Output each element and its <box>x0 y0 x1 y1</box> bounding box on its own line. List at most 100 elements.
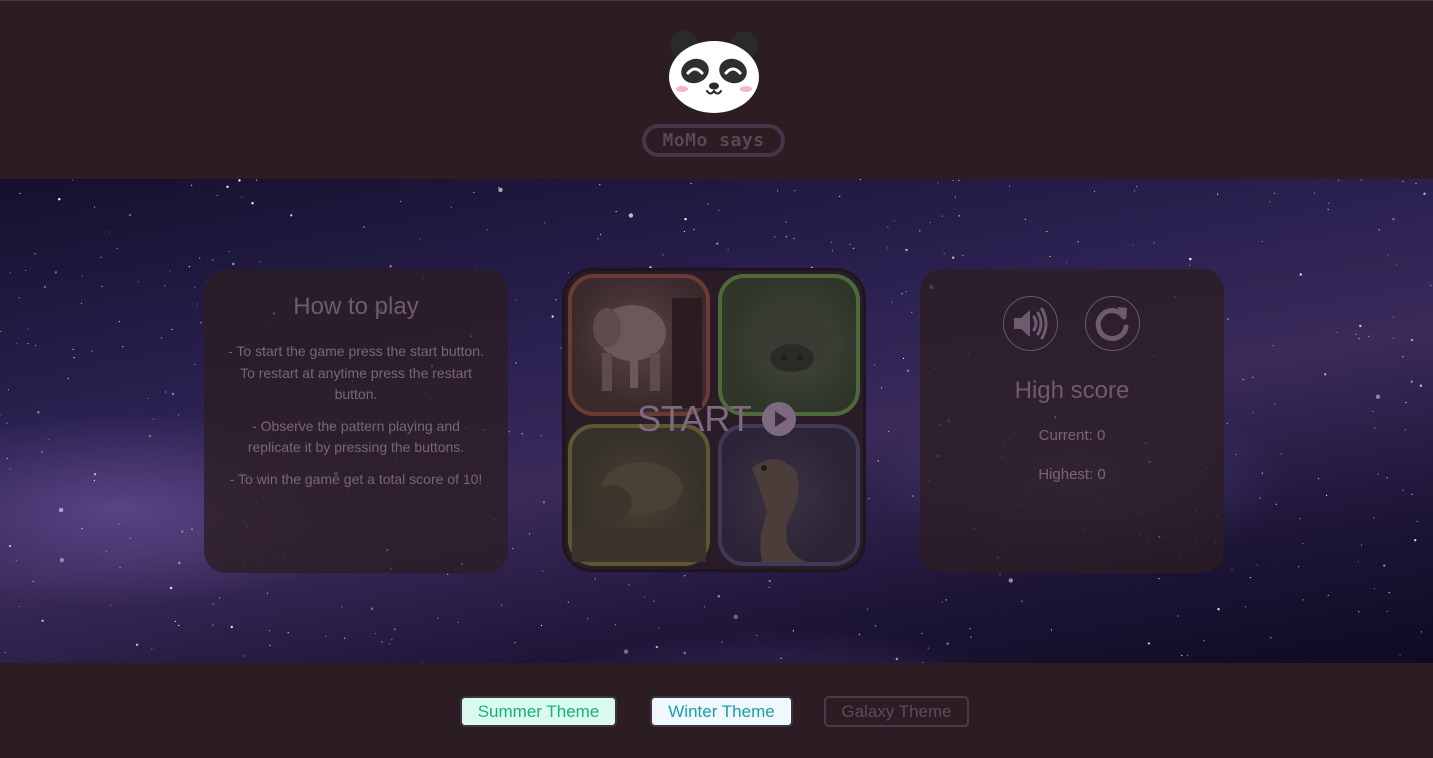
star <box>41 451 43 453</box>
play-icon[interactable] <box>761 401 797 437</box>
star <box>9 272 11 274</box>
star <box>94 206 96 208</box>
rhino-tile[interactable] <box>568 424 710 566</box>
star <box>118 321 120 323</box>
star <box>895 657 898 661</box>
star <box>597 238 599 240</box>
star <box>567 601 569 603</box>
star <box>191 528 193 530</box>
star <box>165 391 167 393</box>
star <box>19 192 21 194</box>
star <box>1153 242 1155 244</box>
star <box>389 643 391 645</box>
instruction-observe: - Observe the pattern playing and replic… <box>247 417 465 456</box>
star <box>1326 494 1328 496</box>
star <box>147 397 149 400</box>
instruction-start: - To start the game press the start butt… <box>228 343 484 402</box>
star <box>437 617 439 619</box>
star <box>655 645 659 649</box>
elephant-tile[interactable] <box>568 274 710 416</box>
star <box>830 241 832 243</box>
star <box>1009 185 1011 187</box>
star <box>6 457 8 460</box>
star <box>498 187 503 193</box>
star <box>1280 453 1282 455</box>
hippo-tile[interactable] <box>718 274 860 416</box>
star <box>599 234 602 236</box>
star <box>194 286 196 288</box>
star <box>684 217 687 221</box>
star <box>160 337 163 339</box>
star <box>196 303 198 305</box>
star <box>6 422 8 424</box>
star <box>1402 180 1404 183</box>
star <box>374 633 376 635</box>
sound-button[interactable] <box>1003 296 1058 351</box>
star <box>391 639 393 641</box>
star <box>1378 229 1380 231</box>
star <box>400 200 402 203</box>
star <box>135 643 139 646</box>
header: MoMo says <box>0 0 1433 179</box>
star <box>67 377 69 380</box>
star <box>1147 642 1151 645</box>
star <box>1046 230 1048 233</box>
star <box>1298 566 1300 568</box>
star <box>457 621 459 623</box>
star <box>658 627 660 629</box>
star <box>238 179 241 182</box>
star <box>0 414 1 416</box>
seal-tile[interactable] <box>718 424 860 566</box>
star <box>54 271 58 274</box>
star <box>243 655 245 657</box>
star <box>259 261 261 263</box>
star <box>1231 568 1233 570</box>
star <box>1336 331 1338 334</box>
star <box>1318 478 1320 480</box>
star <box>152 418 155 420</box>
star <box>1410 338 1414 342</box>
star <box>212 259 214 261</box>
star <box>777 190 779 192</box>
star <box>93 473 97 476</box>
star <box>1373 517 1375 519</box>
galaxy-theme-button[interactable]: Galaxy Theme <box>824 696 969 727</box>
star <box>1402 489 1404 491</box>
star <box>194 363 196 366</box>
star <box>266 592 268 594</box>
star <box>1404 429 1406 431</box>
restart-button[interactable] <box>1085 296 1140 351</box>
star <box>32 580 34 582</box>
star <box>512 548 514 550</box>
star <box>1327 594 1329 596</box>
star <box>919 230 921 232</box>
star <box>893 220 895 222</box>
star <box>268 630 270 632</box>
star <box>200 322 202 324</box>
star <box>774 236 776 238</box>
star <box>1416 520 1418 522</box>
star <box>628 213 634 218</box>
star <box>683 231 686 233</box>
start-button[interactable]: START <box>637 399 752 439</box>
star <box>1375 394 1381 399</box>
star <box>216 194 218 196</box>
rhino-icon <box>572 462 706 562</box>
star <box>544 222 546 224</box>
star <box>325 635 327 637</box>
winter-theme-button[interactable]: Winter Theme <box>650 696 793 727</box>
star <box>18 297 20 299</box>
star <box>716 242 719 245</box>
star <box>0 330 2 332</box>
star <box>122 346 124 348</box>
star <box>542 501 546 504</box>
star <box>969 628 971 630</box>
star <box>1358 611 1360 613</box>
summer-theme-button[interactable]: Summer Theme <box>460 696 617 727</box>
star <box>212 624 214 626</box>
star <box>1302 599 1304 601</box>
star <box>108 231 110 233</box>
star <box>48 438 50 440</box>
star <box>653 600 655 602</box>
star <box>1261 472 1263 474</box>
